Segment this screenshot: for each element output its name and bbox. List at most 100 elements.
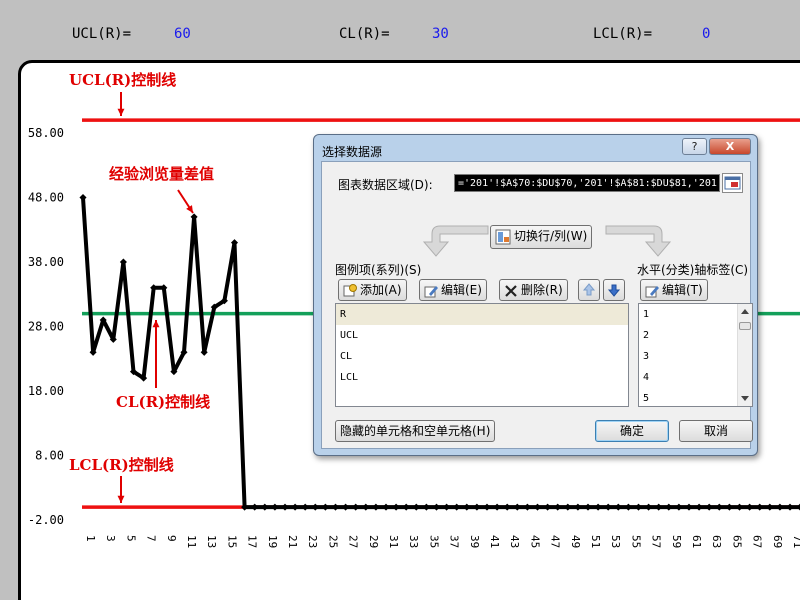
switch-row-column-icon: [495, 229, 511, 244]
lcl-annotation: LCL(R)控制线: [69, 456, 174, 474]
x-tick-label: 55: [629, 535, 642, 548]
series-item-lcl[interactable]: LCL: [336, 367, 628, 388]
scroll-thumb[interactable]: [739, 322, 751, 330]
move-up-button[interactable]: [578, 279, 600, 301]
data-point: [79, 193, 87, 202]
x-tick-label: 35: [427, 535, 440, 548]
move-down-button[interactable]: [603, 279, 625, 301]
x-tick-label: 3: [104, 535, 117, 542]
data-point: [735, 503, 744, 511]
edit-axis-labels-button[interactable]: 编辑(T): [640, 279, 708, 301]
range-collapse-button[interactable]: [722, 173, 743, 193]
ok-button[interactable]: 确定: [595, 420, 669, 442]
cancel-label: 取消: [703, 424, 728, 438]
data-point: [786, 503, 794, 511]
series-item-ucl[interactable]: UCL: [336, 325, 628, 346]
category-item[interactable]: 1: [639, 304, 752, 325]
data-point: [574, 503, 582, 511]
chart-data-range-input[interactable]: ='201'!$A$70:$DU$70,'201'!$A$81:$DU$81,'…: [454, 174, 720, 192]
data-point: [796, 503, 800, 511]
data-point: [715, 503, 723, 511]
axis-labels-label: 水平(分类)轴标签(C): [637, 263, 749, 277]
data-point: [614, 503, 622, 511]
data-point: [453, 503, 461, 511]
scroll-up-icon[interactable]: [741, 309, 749, 314]
data-point: [634, 503, 643, 511]
x-tick-label: 49: [569, 535, 582, 548]
x-tick-label: 39: [468, 535, 481, 548]
x-tick-label: 65: [730, 535, 743, 548]
data-point: [119, 258, 127, 266]
cancel-button[interactable]: 取消: [679, 420, 753, 442]
data-point: [422, 503, 430, 511]
x-tick-label: 57: [650, 535, 663, 548]
data-point: [503, 503, 511, 511]
data-point: [261, 503, 269, 511]
data-point: [533, 503, 542, 511]
x-tick-label: 5: [124, 535, 137, 542]
data-point: [665, 503, 673, 511]
x-tick-label: 19: [266, 535, 279, 548]
data-point: [241, 503, 249, 511]
data-point: [675, 503, 683, 511]
data-point: [604, 503, 612, 511]
y-tick-label: 48.00: [28, 191, 64, 205]
data-point: [342, 503, 350, 511]
x-tick-label: 17: [246, 535, 259, 548]
switch-row-column-button[interactable]: 切换行/列(W): [490, 225, 593, 249]
data-point: [301, 503, 309, 511]
x-tick-label: 47: [549, 535, 562, 548]
delete-series-button[interactable]: 删除(R): [499, 279, 568, 301]
data-point: [523, 503, 531, 511]
dialog-body: 图表数据区域(D): ='201'!$A$70:$DU$70,'201'!$A$…: [321, 161, 753, 449]
data-point: [321, 503, 329, 511]
x-tick-label: 59: [670, 535, 683, 548]
arrow-up-icon: [582, 283, 596, 296]
series-item-r[interactable]: R: [336, 304, 628, 325]
x-tick-label: 27: [347, 535, 360, 548]
data-point: [746, 503, 754, 511]
data-point: [291, 503, 299, 511]
data-point: [483, 503, 491, 511]
category-item[interactable]: 2: [639, 325, 752, 346]
data-point: [594, 503, 602, 511]
x-tick-label: 9: [165, 535, 178, 542]
help-button[interactable]: ?: [682, 138, 707, 155]
scroll-down-icon[interactable]: [741, 396, 749, 401]
category-list[interactable]: 1 2 3 4 5: [638, 303, 753, 407]
help-icon: ?: [691, 140, 698, 153]
edit-series-button[interactable]: 编辑(E): [419, 279, 487, 301]
category-item[interactable]: 5: [639, 388, 752, 409]
cl-arrow-head: [152, 320, 160, 328]
data-point: [372, 503, 380, 511]
edit-axis-icon: [645, 285, 659, 297]
data-point: [281, 503, 289, 511]
series-item-cl[interactable]: CL: [336, 346, 628, 367]
hidden-empty-cells-button[interactable]: 隐藏的单元格和空单元格(H): [335, 420, 496, 442]
ucl-annotation: UCL(R)控制线: [69, 71, 177, 89]
data-point: [584, 503, 592, 511]
series-list[interactable]: R UCL CL LCL: [335, 303, 629, 407]
category-item[interactable]: 4: [639, 367, 752, 388]
data-point: [695, 503, 703, 511]
data-point: [655, 503, 663, 511]
cl-annotation: CL(R)控制线: [116, 393, 211, 411]
category-item[interactable]: 3: [639, 346, 752, 367]
data-point: [311, 503, 319, 511]
close-button[interactable]: X: [709, 138, 751, 155]
x-tick-label: 71: [791, 535, 800, 548]
y-tick-label: 8.00: [35, 449, 64, 463]
y-tick-label: 28.00: [28, 320, 64, 334]
x-tick-label: 45: [528, 535, 541, 548]
ok-label: 确定: [619, 424, 644, 438]
x-tick-label: 15: [225, 535, 238, 548]
x-tick-label: 13: [205, 535, 218, 548]
category-scrollbar[interactable]: [737, 304, 752, 406]
y-tick-label: 18.00: [28, 384, 64, 398]
data-point: [443, 503, 451, 511]
excel-screen: UCL(R)= 60 CL(R)= 30 LCL(R)= 0 58.00 48.0…: [0, 0, 800, 600]
x-tick-label: 33: [407, 535, 420, 548]
data-point: [463, 503, 471, 511]
add-series-button[interactable]: 添加(A): [338, 279, 407, 301]
data-point: [331, 503, 340, 511]
